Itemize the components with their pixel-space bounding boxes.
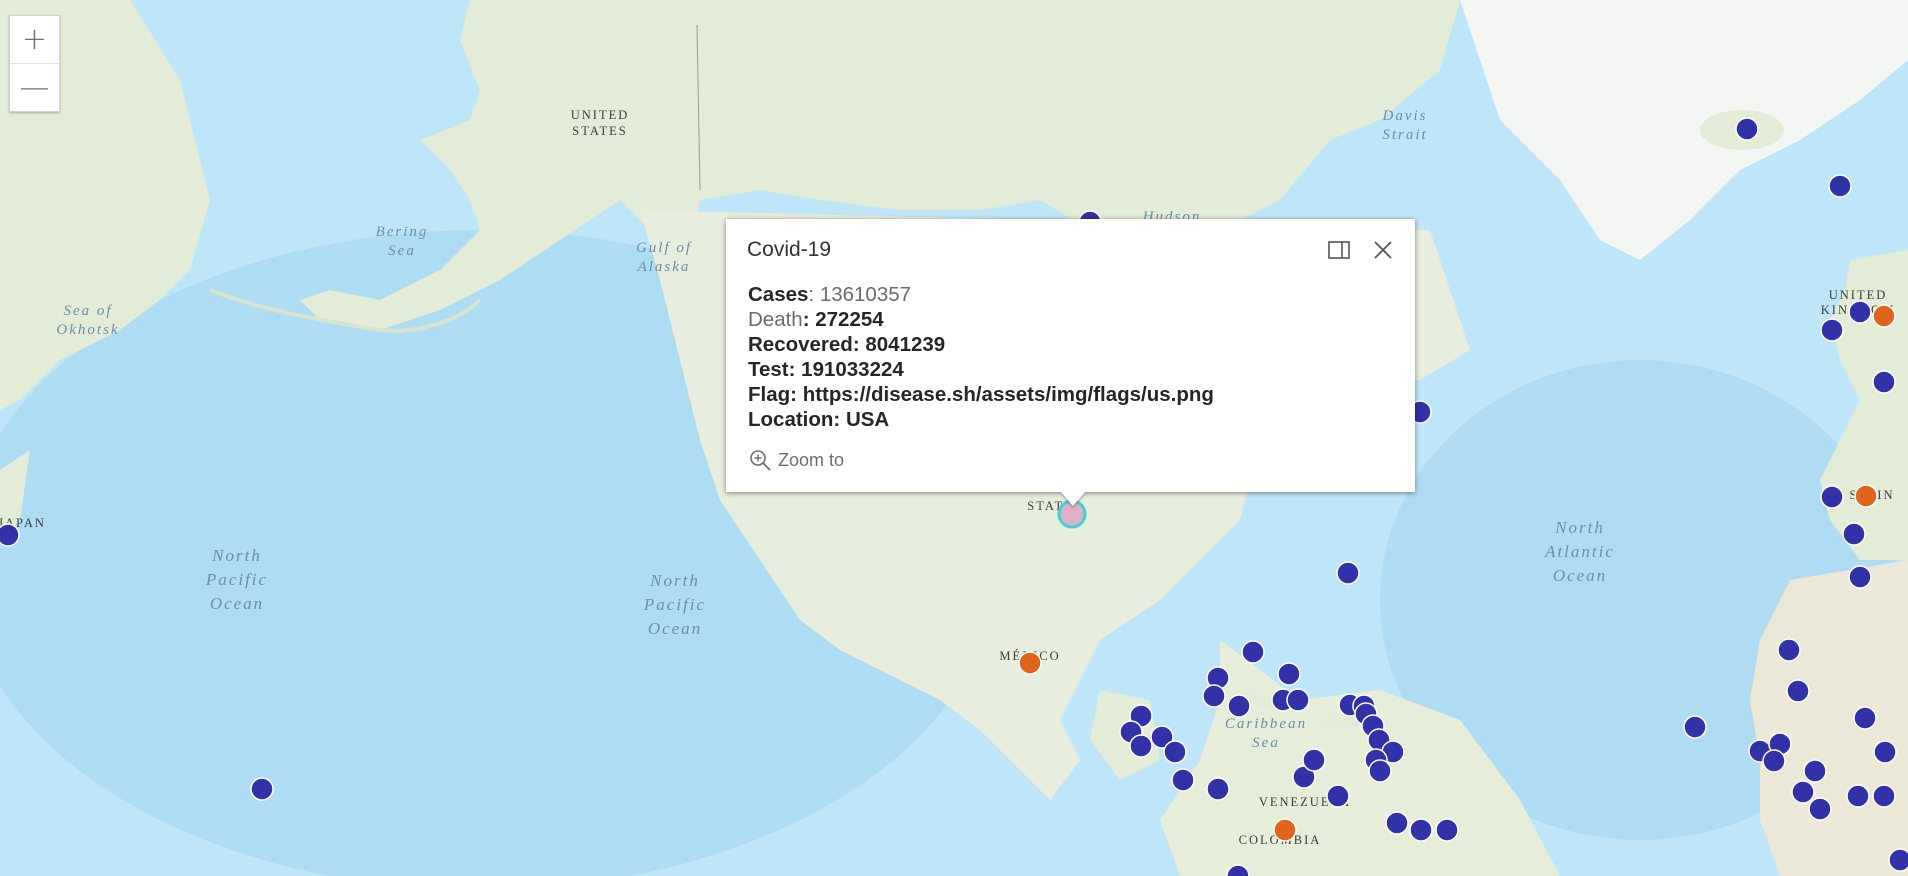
covid-point-marker[interactable] (1786, 679, 1810, 703)
label-north-pacific-ocean-1: North Pacific Ocean (205, 546, 268, 613)
covid-point-marker[interactable] (1872, 304, 1896, 328)
covid-point-marker[interactable] (1683, 715, 1707, 739)
covid-point-marker[interactable] (1803, 759, 1827, 783)
dock-icon[interactable] (1324, 235, 1354, 265)
zoom-to-button[interactable]: Zoom to (748, 448, 844, 472)
field-recovered: Recovered: 8041239 (748, 333, 946, 356)
covid-point-marker[interactable] (1163, 740, 1187, 764)
field-location: Location: USA (748, 408, 890, 431)
zoom-to-label: Zoom to (778, 449, 845, 470)
covid-point-marker[interactable] (1018, 651, 1042, 675)
covid-point-marker[interactable] (1435, 818, 1459, 842)
covid-point-marker[interactable] (1286, 688, 1310, 712)
covid-point-marker[interactable] (1820, 318, 1844, 342)
popup-title: Covid-19 (747, 238, 832, 261)
field-death: Death: 272254 (748, 308, 884, 331)
zoom-in-button[interactable]: + (10, 16, 59, 63)
field-cases: Cases: 13610357 (748, 283, 912, 306)
covid-point-marker[interactable] (1735, 117, 1759, 141)
label-north-pacific-ocean-2: North Pacific Ocean (643, 571, 706, 638)
covid-point-marker[interactable] (1808, 797, 1832, 821)
covid-point-marker[interactable] (1409, 818, 1433, 842)
popup-pointer (1060, 491, 1086, 506)
covid-point-marker[interactable] (1888, 848, 1908, 872)
covid-point-marker[interactable] (1202, 684, 1226, 708)
covid-point-marker[interactable] (1326, 784, 1350, 808)
covid-point-marker[interactable] (1820, 485, 1844, 509)
covid-point-marker[interactable] (0, 523, 20, 547)
field-flag: Flag: https://disease.sh/assets/img/flag… (748, 383, 1214, 406)
covid-point-marker[interactable] (1336, 561, 1360, 585)
covid-point-marker[interactable] (1206, 777, 1230, 801)
covid-point-marker[interactable] (1302, 748, 1326, 772)
covid-point-marker[interactable] (250, 777, 274, 801)
covid-point-marker[interactable] (1791, 780, 1815, 804)
covid-point-marker[interactable] (1848, 300, 1872, 324)
label-north-atlantic-ocean: North Atlantic Ocean (1544, 518, 1615, 585)
covid-point-marker[interactable] (1277, 662, 1301, 686)
covid-point-marker[interactable] (1872, 784, 1896, 808)
covid-point-marker[interactable] (1241, 640, 1265, 664)
covid-point-marker[interactable] (1842, 522, 1866, 546)
covid-point-marker[interactable] (1828, 174, 1852, 198)
covid-point-marker[interactable] (1171, 768, 1195, 792)
close-icon[interactable] (1368, 235, 1398, 265)
covid-point-marker[interactable] (1385, 811, 1409, 835)
covid-point-marker[interactable] (1854, 484, 1878, 508)
popup-content: Cases: 13610357 Death: 272254 Recovered:… (748, 282, 1214, 432)
covid-point-marker[interactable] (1872, 370, 1896, 394)
covid-point-marker[interactable] (1129, 734, 1153, 758)
covid-point-marker[interactable] (1873, 740, 1897, 764)
zoom-out-button[interactable]: — (10, 63, 59, 111)
covid-point-marker[interactable] (1846, 784, 1870, 808)
feature-popup: Covid-19 Cases: 13610357 Death: 272254 R… (726, 219, 1415, 492)
zoom-controls: + — (9, 15, 60, 112)
covid-point-marker[interactable] (1848, 565, 1872, 589)
covid-point-marker[interactable] (1762, 749, 1786, 773)
field-test: Test: 191033224 (748, 358, 904, 381)
covid-point-marker[interactable] (1853, 706, 1877, 730)
covid-point-marker[interactable] (1777, 638, 1801, 662)
covid-point-marker[interactable] (1227, 694, 1251, 718)
covid-point-marker[interactable] (1368, 759, 1392, 783)
covid-point-marker[interactable] (1273, 818, 1297, 842)
zoom-in-magnifier-icon (750, 450, 771, 471)
